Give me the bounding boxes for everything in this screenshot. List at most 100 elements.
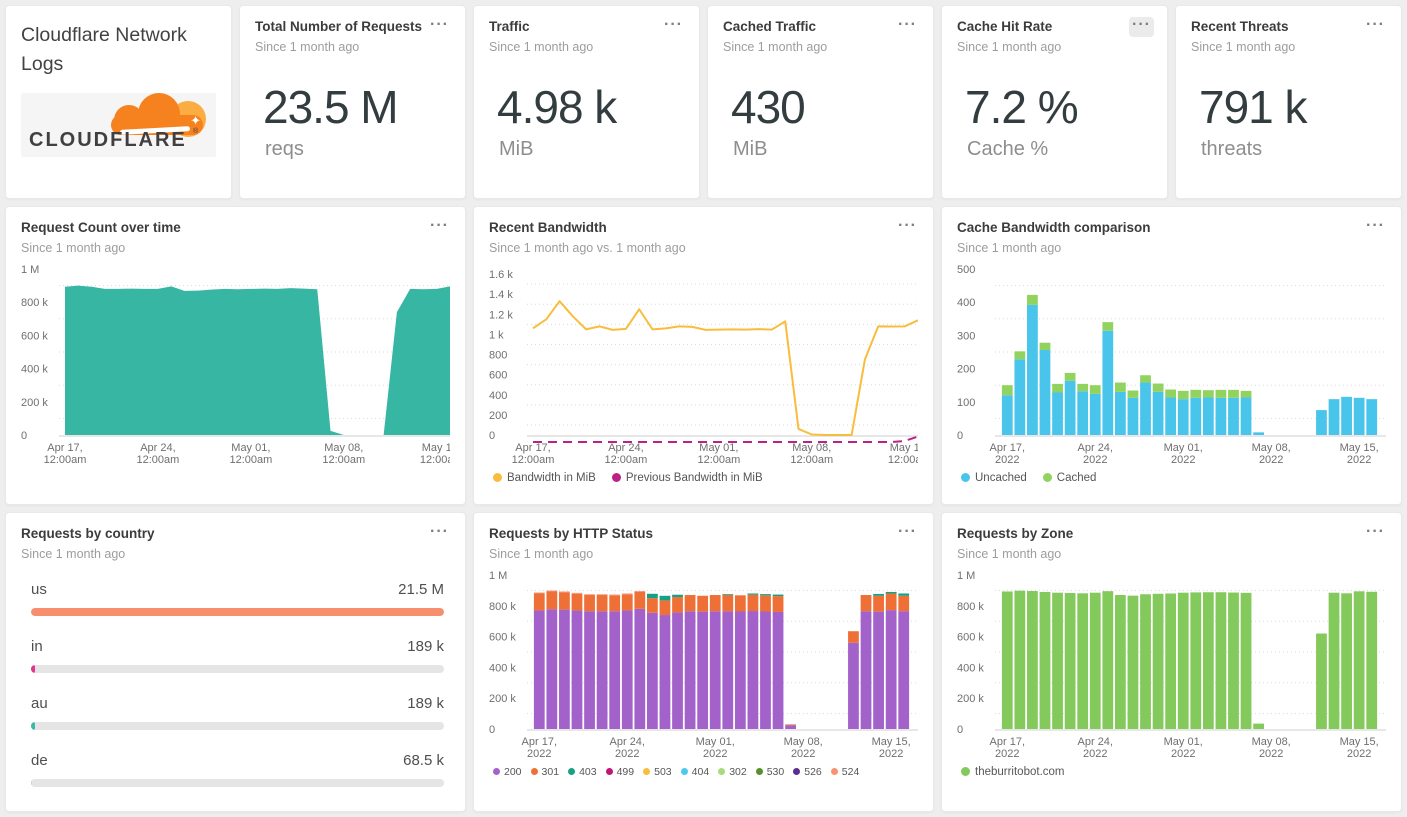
- menu-dots-icon[interactable]: ···: [1363, 218, 1388, 238]
- legend-dot-icon: [793, 768, 801, 776]
- svg-text:0: 0: [957, 724, 963, 736]
- svg-text:800 k: 800 k: [489, 601, 516, 613]
- svg-text:1 M: 1 M: [21, 264, 39, 276]
- svg-text:2022: 2022: [1347, 454, 1371, 466]
- stat-value: 791 k: [1199, 80, 1308, 133]
- legend-item[interactable]: 524: [830, 766, 859, 778]
- zone-chart: 1 M800 k600 k400 k200 k0Apr 17,2022Apr 2…: [957, 570, 1386, 760]
- stat-row: Cloudflare Network Logs ✦ CLOUDFLARE ® T…: [5, 5, 1402, 200]
- svg-text:12:00am: 12:00am: [322, 454, 365, 466]
- http-status-legend: 200 301 403 499 503 404 302 530 526 524: [489, 766, 918, 778]
- stat-unit: reqs: [265, 137, 304, 160]
- svg-text:Apr 17,: Apr 17,: [990, 736, 1025, 748]
- panel-http-status: Requests by HTTP Status Since 1 month ag…: [473, 512, 934, 812]
- svg-text:May 01,: May 01,: [1164, 442, 1203, 454]
- svg-text:600 k: 600 k: [21, 330, 48, 342]
- chart-row-2: Requests by country Since 1 month ago ··…: [5, 512, 1402, 812]
- brand-card: Cloudflare Network Logs ✦ CLOUDFLARE ®: [5, 5, 232, 200]
- panel-requests-by-zone: Requests by Zone Since 1 month ago ··· 1…: [941, 512, 1402, 812]
- legend-item[interactable]: 302: [718, 766, 747, 778]
- card-title: Total Number of Requests: [255, 19, 423, 34]
- dashboard-title: Cloudflare Network Logs: [21, 24, 187, 76]
- menu-dots-icon[interactable]: ···: [1129, 17, 1154, 37]
- stat-value: 23.5 M: [263, 80, 399, 133]
- legend-item[interactable]: 301: [530, 766, 559, 778]
- country-code: us: [31, 580, 47, 598]
- legend-item[interactable]: 530: [755, 766, 784, 778]
- menu-dots-icon[interactable]: ···: [895, 17, 920, 37]
- svg-text:May 1: May 1: [890, 442, 918, 454]
- svg-text:400: 400: [957, 297, 975, 309]
- legend-dot-icon: [643, 768, 651, 776]
- zone-legend: theburritobot.com: [957, 766, 1386, 778]
- legend-item[interactable]: Cached: [1042, 472, 1096, 484]
- legend-dot-icon: [568, 768, 576, 776]
- svg-text:2022: 2022: [1083, 454, 1107, 466]
- legend-item[interactable]: 526: [793, 766, 822, 778]
- svg-text:May 01,: May 01,: [1164, 736, 1203, 748]
- svg-text:200 k: 200 k: [957, 693, 984, 705]
- svg-text:2022: 2022: [995, 748, 1019, 760]
- card-subtitle: Since 1 month ago: [255, 39, 360, 54]
- svg-text:May 08,: May 08,: [792, 442, 831, 454]
- country-row-us: us 21.5 M: [31, 581, 444, 616]
- svg-text:400 k: 400 k: [957, 662, 984, 674]
- svg-text:12:00am: 12:00am: [697, 454, 740, 466]
- menu-dots-icon[interactable]: ···: [895, 218, 920, 238]
- svg-text:Apr 24,: Apr 24,: [140, 442, 175, 454]
- menu-dots-icon[interactable]: ···: [661, 17, 686, 37]
- legend-dot-icon: [605, 768, 613, 776]
- menu-dots-icon[interactable]: ···: [895, 524, 920, 544]
- svg-text:2022: 2022: [791, 748, 815, 760]
- http-status-chart: 1 M800 k600 k400 k200 k0Apr 17,2022Apr 2…: [489, 570, 918, 760]
- legend-item[interactable]: Bandwidth in MiB: [493, 472, 596, 484]
- cache-bandwidth-chart: 5004003002001000Apr 17,2022Apr 24,2022Ma…: [957, 264, 1386, 466]
- svg-text:2022: 2022: [1259, 748, 1283, 760]
- svg-text:100: 100: [957, 397, 975, 409]
- menu-dots-icon[interactable]: ···: [1363, 17, 1388, 37]
- svg-text:May 08,: May 08,: [1252, 736, 1291, 748]
- panel-title: Requests by country: [21, 526, 155, 541]
- legend-dot-icon: [961, 767, 970, 777]
- svg-text:May 01,: May 01,: [699, 442, 738, 454]
- legend-item[interactable]: 503: [643, 766, 672, 778]
- svg-text:Apr 24,: Apr 24,: [610, 736, 645, 748]
- legend-item[interactable]: 403: [568, 766, 597, 778]
- panel-subtitle: Since 1 month ago: [957, 240, 1062, 255]
- svg-text:12:00am: 12:00am: [790, 454, 833, 466]
- svg-text:Apr 24,: Apr 24,: [1078, 736, 1113, 748]
- legend-item[interactable]: Uncached: [961, 472, 1027, 484]
- menu-dots-icon[interactable]: ···: [427, 218, 452, 238]
- svg-text:Apr 24,: Apr 24,: [1078, 442, 1113, 454]
- panel-subtitle: Since 1 month ago: [21, 546, 126, 561]
- country-bar-track: [31, 721, 444, 730]
- menu-dots-icon[interactable]: ···: [1363, 524, 1388, 544]
- legend-dot-icon: [611, 473, 621, 483]
- legend-dot-icon: [755, 768, 763, 776]
- country-code: de: [31, 751, 48, 769]
- legend-item[interactable]: Previous Bandwidth in MiB: [611, 472, 763, 484]
- panel-cache-bandwidth: Cache Bandwidth comparison Since 1 month…: [941, 206, 1402, 505]
- legend-dot-icon: [1042, 473, 1052, 483]
- svg-text:1.2 k: 1.2 k: [489, 309, 513, 321]
- stat-value: 7.2 %: [965, 80, 1079, 133]
- menu-dots-icon[interactable]: ···: [427, 524, 452, 544]
- svg-text:800: 800: [489, 349, 507, 361]
- svg-text:600 k: 600 k: [957, 631, 984, 643]
- svg-text:200: 200: [957, 364, 975, 376]
- stat-card-cached-traffic: Cached Traffic Since 1 month ago ··· 430…: [707, 5, 934, 200]
- legend-item[interactable]: 499: [605, 766, 634, 778]
- menu-dots-icon[interactable]: ···: [427, 17, 452, 37]
- legend-item[interactable]: theburritobot.com: [961, 766, 1065, 778]
- legend-item[interactable]: 404: [680, 766, 709, 778]
- country-bar-track: [31, 664, 444, 673]
- legend-item[interactable]: 200: [493, 766, 522, 778]
- panel-recent-bandwidth: Recent Bandwidth Since 1 month ago vs. 1…: [473, 206, 934, 505]
- country-row-in: in 189 k: [31, 638, 444, 673]
- svg-text:0: 0: [957, 430, 963, 442]
- legend-dot-icon: [493, 473, 502, 483]
- card-subtitle: Since 1 month ago: [1191, 39, 1296, 54]
- card-title: Traffic: [489, 19, 530, 34]
- svg-text:12:00am: 12:00am: [44, 454, 87, 466]
- stat-unit: MiB: [733, 137, 768, 160]
